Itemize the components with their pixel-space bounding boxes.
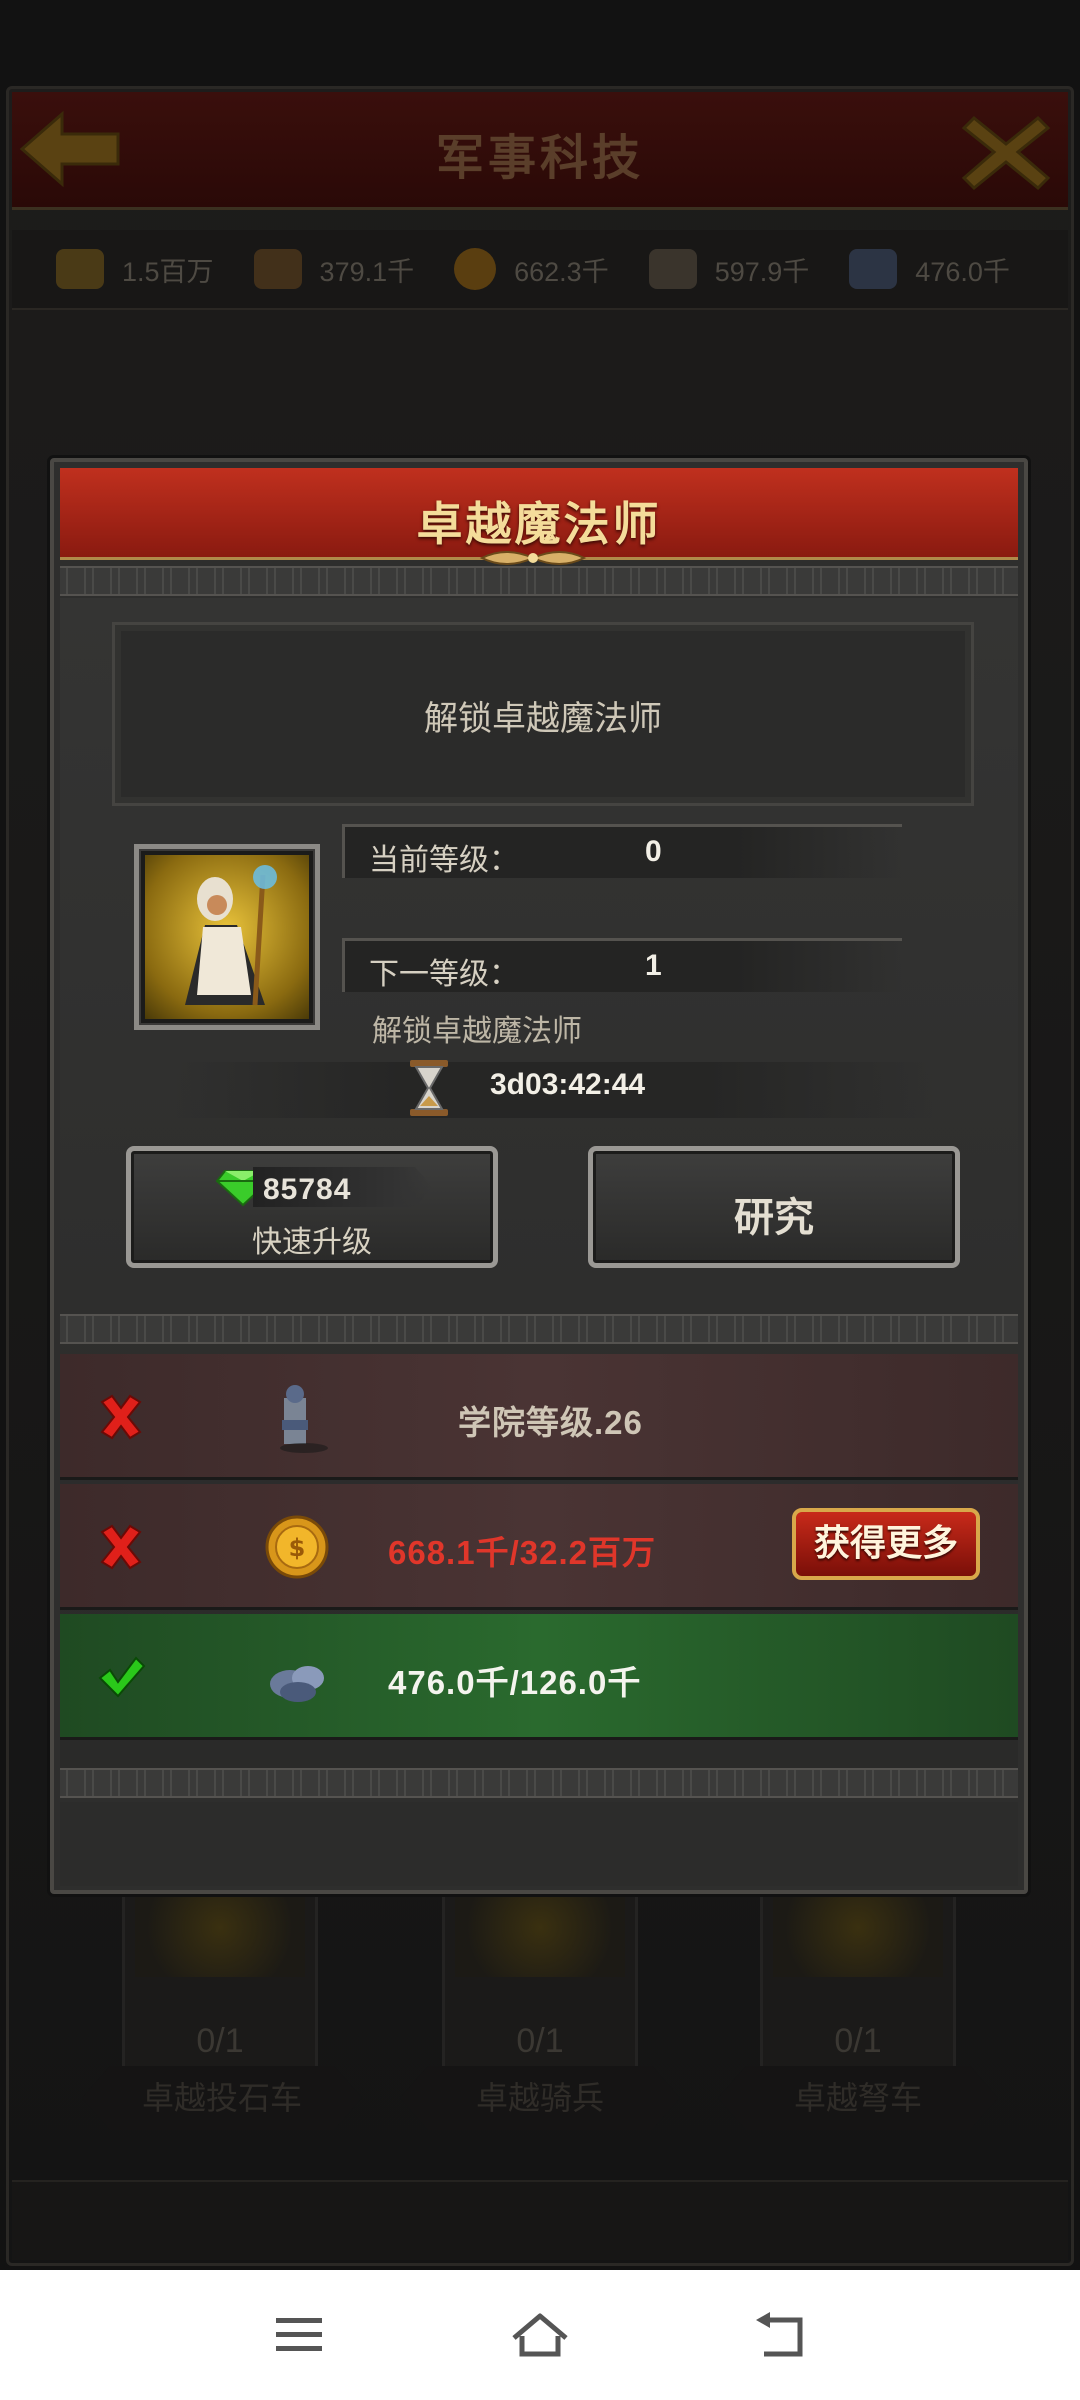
- current-level-value: 0: [645, 835, 662, 868]
- tech-label-ballista: 卓越弩车: [718, 2066, 998, 2130]
- home-icon[interactable]: [510, 2310, 570, 2360]
- mage-portrait-icon: [145, 855, 309, 1019]
- resource-wood: 1.5百万: [56, 249, 214, 289]
- iron-ore-icon: [849, 249, 898, 289]
- back-arrow-icon[interactable]: [14, 104, 124, 194]
- gem-cost: 85784: [263, 1173, 352, 1206]
- food-icon: [253, 249, 302, 289]
- back-icon[interactable]: [752, 2310, 812, 2360]
- decorative-band-top: [60, 566, 1018, 596]
- cross-icon: [100, 1394, 142, 1440]
- svg-text:$: $: [289, 1534, 306, 1562]
- background-bottom-bar: [12, 2180, 1068, 2260]
- requirement-academy-level: 学院等级.26: [60, 1354, 1018, 1480]
- menu-icon[interactable]: [270, 2310, 330, 2360]
- unit-portrait: [134, 844, 320, 1030]
- dialog-title: 卓越魔法师: [416, 498, 662, 550]
- current-level-row: 当前等级： 0: [342, 824, 902, 878]
- research-timer: 3d03:42:44: [490, 1068, 646, 1101]
- requirement-iron: 476.0千/126.0千: [60, 1614, 1018, 1740]
- description-text: 解锁卓越魔法师: [424, 700, 662, 738]
- background-title: 军事科技: [435, 132, 644, 185]
- requirement-text: 476.0千/126.0千: [388, 1664, 642, 1701]
- gold-coin-icon: [454, 248, 497, 290]
- resource-iron: 476.0千: [849, 249, 1010, 289]
- resource-gold: 662.3千: [454, 248, 609, 290]
- close-x-icon[interactable]: [954, 104, 1058, 200]
- next-level-label: 下一等级：: [369, 958, 519, 991]
- next-level-row: 下一等级： 1: [342, 938, 902, 992]
- tech-detail-dialog: 卓越魔法师 解锁卓越魔法师 当前等级： 0 下一等级： 1 解锁卓越魔法师 3d…: [50, 458, 1028, 1894]
- get-more-button[interactable]: 获得更多: [792, 1508, 980, 1580]
- dialog-footer: [60, 1802, 1018, 1886]
- stone-icon: [648, 249, 697, 289]
- quick-upgrade-button[interactable]: 85784 快速升级: [126, 1146, 498, 1268]
- research-label: 研究: [734, 1196, 814, 1240]
- hourglass-icon: [410, 1060, 448, 1116]
- system-navigation-bar: [0, 2270, 1080, 2400]
- quick-upgrade-label: 快速升级: [252, 1226, 372, 1259]
- resource-stone: 597.9千: [648, 249, 809, 289]
- iron-ore-icon: [270, 1666, 324, 1702]
- next-level-value: 1: [645, 949, 662, 982]
- resource-food: 379.1千: [253, 249, 414, 289]
- cross-icon: [100, 1524, 142, 1570]
- academy-icon: [280, 1385, 328, 1453]
- requirement-gold: $ 668.1千/32.2百万 获得更多: [60, 1484, 1018, 1610]
- decorative-band-middle: [60, 1314, 1018, 1344]
- description-box: 解锁卓越魔法师: [112, 622, 974, 806]
- gold-coin-icon: $: [265, 1515, 329, 1579]
- checkmark-icon: [98, 1656, 146, 1698]
- resource-bar: 1.5百万 379.1千 662.3千 597.9千 476.0千: [12, 230, 1068, 310]
- decorative-band-bottom: [60, 1768, 1018, 1798]
- requirement-text: 学院等级.26: [458, 1404, 643, 1441]
- current-level-label: 当前等级：: [369, 844, 519, 877]
- next-level-description: 解锁卓越魔法师: [372, 1015, 582, 1048]
- tech-label-cavalry: 卓越骑兵: [400, 2066, 680, 2130]
- research-button[interactable]: 研究: [588, 1146, 960, 1268]
- tech-label-catapult: 卓越投石车: [82, 2066, 362, 2130]
- requirement-text: 668.1千/32.2百万: [388, 1534, 656, 1571]
- wood-icon: [56, 249, 104, 289]
